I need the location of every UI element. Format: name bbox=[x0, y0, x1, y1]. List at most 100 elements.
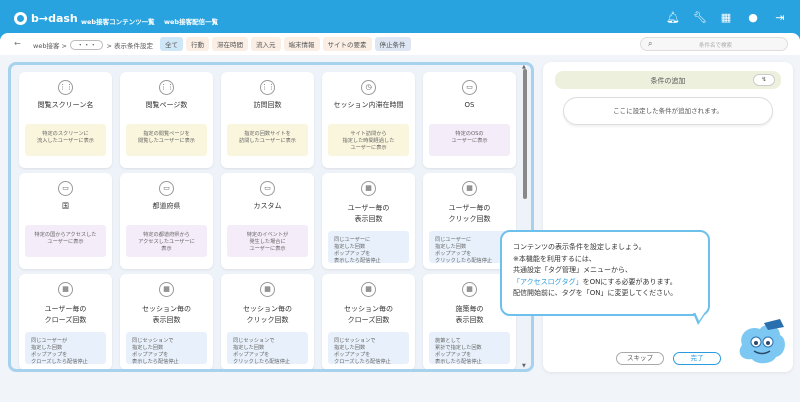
condition-card[interactable]: ▦ ユーザー毎の 表示回数同じユーザーに 指定した回数 ポップアップを 表示したら… bbox=[322, 173, 415, 269]
search-placeholder: 条件名で検索 bbox=[699, 43, 733, 49]
condition-card[interactable]: ▭ 都道府県特定の都道府県から アクセスしたユーザーに 表示 bbox=[120, 173, 213, 269]
header-icons: 🔔︎ 🔧︎ ▦ ● ⇥ bbox=[666, 12, 786, 24]
card-title: OS bbox=[464, 101, 475, 109]
nav-contents-list[interactable]: web接客コンテンツ一覧 bbox=[81, 16, 155, 26]
monitor-icon: ▭ bbox=[159, 181, 174, 196]
card-title: セッション毎の クローズ回数 bbox=[344, 305, 393, 324]
card-description: 同じユーザーに 指定した回数 ポップアップを 表示したら配信停止 bbox=[328, 231, 409, 264]
card-description: 特定の都道府県から アクセスしたユーザーに 表示 bbox=[126, 225, 207, 257]
card-description: 同じユーザーに 指定した回数 ポップアップを クリックしたら配信停止 bbox=[429, 231, 510, 264]
tab-6[interactable]: 停止条件 bbox=[374, 37, 411, 51]
footprints-icon: ⋮⋮ bbox=[159, 80, 174, 95]
card-title: セッション毎の 表示回数 bbox=[142, 305, 191, 324]
done-button[interactable]: 完了 bbox=[673, 352, 721, 365]
condition-card-grid: ⋮⋮ 閲覧スクリーン名特定のスクリーンに 流入したユーザーに表示 ⋮⋮ 閲覧ページ数指… bbox=[19, 72, 516, 369]
calendar-icon: ▦ bbox=[159, 282, 174, 297]
search-input[interactable]: ⌕ 条件名で検索 bbox=[640, 37, 788, 51]
logout-icon[interactable]: ⇥ bbox=[774, 12, 786, 24]
guide-tooltip: コンテンツの表示条件を設定しましょう。 ※本機能を利用するには、 共通設定「タグ… bbox=[500, 230, 710, 316]
calendar-icon: ▦ bbox=[462, 181, 477, 196]
card-description: 特定のイベントが 発生した場合に ユーザーに表示 bbox=[227, 225, 308, 257]
tab-3[interactable]: 流入元 bbox=[251, 37, 281, 51]
card-description: サイト訪問から 指定した時間経過した ユーザーに表示 bbox=[328, 124, 409, 156]
condition-add-header: 条件の追加 ↯ bbox=[555, 71, 781, 89]
scroll-down-icon[interactable]: ▼ bbox=[522, 363, 526, 369]
card-title: 訪問回数 bbox=[253, 101, 282, 109]
mascot-character-icon bbox=[739, 319, 785, 364]
back-arrow-icon[interactable]: ← bbox=[14, 39, 21, 48]
card-title: 閲覧スクリーン名 bbox=[37, 101, 94, 109]
calendar-icon: ▦ bbox=[462, 282, 477, 297]
card-description: 同じセッションで 指定した回数 ポップアップを クリックしたら配信停止 bbox=[227, 332, 308, 365]
clock-icon: ◷ bbox=[361, 80, 376, 95]
breadcrumb-root[interactable]: web接客 > bbox=[33, 40, 67, 50]
tooltip-highlight: 「アクセスログタグ」 bbox=[513, 277, 583, 286]
card-description: 指定の回数サイトを 訪問したユーザーに表示 bbox=[227, 124, 308, 156]
tooltip-line: 共通設定「タグ管理」メニューから、 bbox=[513, 266, 632, 274]
condition-drop-area[interactable]: ここに設定した条件が追加されます。 bbox=[563, 97, 773, 125]
condition-card[interactable]: ▭ 国特定の国からアクセスした ユーザーに表示 bbox=[19, 173, 112, 269]
card-title: カスタム bbox=[253, 202, 282, 210]
condition-card[interactable]: ⋮⋮ 訪問回数指定の回数サイトを 訪問したユーザーに表示 bbox=[221, 72, 314, 168]
card-description: 指定の閲覧ページを 閲覧したユーザーに表示 bbox=[126, 124, 207, 156]
condition-card[interactable]: ▭ OS 特定のOSの ユーザーに表示 bbox=[423, 72, 516, 168]
condition-card[interactable]: ⋮⋮ 閲覧スクリーン名 特定のスクリーンに 流入したユーザーに表示 bbox=[19, 72, 112, 168]
card-title: 国 bbox=[62, 202, 69, 210]
chat-icon[interactable]: ● bbox=[747, 12, 759, 24]
breadcrumb-more-button[interactable]: ・・・ bbox=[69, 40, 104, 50]
breadcrumb: web接客 > ・・・ > 表示条件設定 bbox=[33, 40, 153, 50]
tooltip-line: 配信開始前に、タグを「ON」に変更してください。 bbox=[513, 289, 678, 297]
condition-card[interactable]: ▭ カスタム特定のイベントが 発生した場合に ユーザーに表示 bbox=[221, 173, 314, 269]
tab-2[interactable]: 滞在時間 bbox=[212, 37, 248, 51]
condition-card[interactable]: ▦ セッション毎の クリック回数 同じセッションで 指定した回数 ポップアップを ク… bbox=[221, 274, 314, 369]
tab-4[interactable]: 端末情報 bbox=[283, 37, 320, 51]
condition-card[interactable]: ▦ ユーザー毎の クローズ回数 同じユーザーが 指定した回数 ポップアップを クロー… bbox=[19, 274, 112, 369]
condition-card[interactable]: ⋮⋮ 閲覧ページ数指定の閲覧ページを 閲覧したユーザーに表示 bbox=[120, 72, 213, 168]
monitor-icon: ▭ bbox=[58, 181, 73, 196]
app-logo[interactable]: b→dash bbox=[14, 12, 78, 25]
card-title: セッション内滞在時間 bbox=[333, 101, 404, 109]
grid-icon[interactable]: ▦ bbox=[720, 12, 732, 24]
calendar-icon: ▦ bbox=[361, 282, 376, 297]
card-description: 同じセッションで 指定した回数 ポップアップを クローズしたら配信停止 bbox=[328, 332, 409, 365]
card-title: 都道府県 bbox=[152, 202, 181, 210]
footprints-icon: ⋮⋮ bbox=[260, 80, 275, 95]
scrollbar-thumb[interactable] bbox=[523, 69, 527, 199]
tooltip-line: 「アクセスログタグ」をONにする必要があります。 bbox=[513, 277, 708, 289]
card-description: 特定の国からアクセスした ユーザーに表示 bbox=[25, 225, 106, 257]
search-icon: ⌕ bbox=[648, 39, 653, 48]
skip-button[interactable]: スキップ bbox=[616, 352, 664, 365]
condition-card[interactable]: ◷ セッション内滞在時間サイト訪問から 指定した時間経過した ユーザーに表示 bbox=[322, 72, 415, 168]
card-description: 同じユーザーが 指定した回数 ポップアップを クローズしたら配信停止 bbox=[25, 332, 106, 365]
card-description: 特定のスクリーンに 流入したユーザーに表示 bbox=[25, 124, 106, 156]
sub-toolbar: ← web接客 > ・・・ > 表示条件設定 全て 行動 滞在時間 流入元 端末情報 サイ… bbox=[0, 33, 800, 55]
category-tabs: 全て 行動 滞在時間 流入元 端末情報 サイトの要素 停止条件 bbox=[160, 37, 411, 51]
tab-1[interactable]: 行動 bbox=[186, 37, 209, 51]
tooltip-text: をONにする必要があります。 bbox=[582, 277, 677, 286]
logo-text: b→dash bbox=[31, 12, 78, 25]
card-title: ユーザー毎の クリック回数 bbox=[448, 204, 491, 223]
card-title: 閲覧ページ数 bbox=[145, 101, 188, 109]
condition-cards-panel: ⋮⋮ 閲覧スクリーン名特定のスクリーンに 流入したユーザーに表示 ⋮⋮ 閲覧ページ数指… bbox=[8, 62, 534, 372]
tooltip-line: コンテンツの表示条件を設定しましょう。 bbox=[513, 243, 646, 251]
condition-card[interactable]: ▦ セッション毎の クローズ回数同じセッションで 指定した回数 ポップアップを ク… bbox=[322, 274, 415, 369]
condition-add-title: 条件の追加 bbox=[650, 77, 686, 85]
wrench-icon[interactable]: 🔧︎ bbox=[693, 12, 707, 24]
condition-card[interactable]: ▦ セッション毎の 表示回数同じセッションで 指定した回数 ポップアップを 表示し… bbox=[120, 274, 213, 369]
bell-icon[interactable]: 🔔︎ bbox=[666, 12, 680, 24]
card-description: 同じセッションで 指定した回数 ポップアップを 表示したら配信停止 bbox=[126, 332, 207, 365]
tooltip-tail-inner bbox=[695, 312, 705, 321]
breadcrumb-current: > 表示条件設定 bbox=[106, 42, 153, 50]
logo-mark-icon bbox=[14, 12, 27, 25]
calendar-icon: ▦ bbox=[361, 181, 376, 196]
condition-toggle-button[interactable]: ↯ bbox=[753, 74, 775, 86]
card-description: 施策として 累計で指定した回数 ポップアップを 表示したら配信停止 bbox=[429, 332, 510, 365]
tab-5[interactable]: サイトの要素 bbox=[322, 37, 372, 51]
card-title: ユーザー毎の 表示回数 bbox=[347, 204, 390, 223]
card-title: ユーザー毎の クローズ回数 bbox=[44, 305, 87, 324]
monitor-icon: ▭ bbox=[260, 181, 275, 196]
tab-0[interactable]: 全て bbox=[160, 37, 183, 51]
tooltip-line: ※本機能を利用するには、 bbox=[513, 254, 596, 263]
nav-delivery-list[interactable]: web接客配信一覧 bbox=[164, 16, 218, 26]
card-description: 特定のOSの ユーザーに表示 bbox=[429, 124, 510, 156]
